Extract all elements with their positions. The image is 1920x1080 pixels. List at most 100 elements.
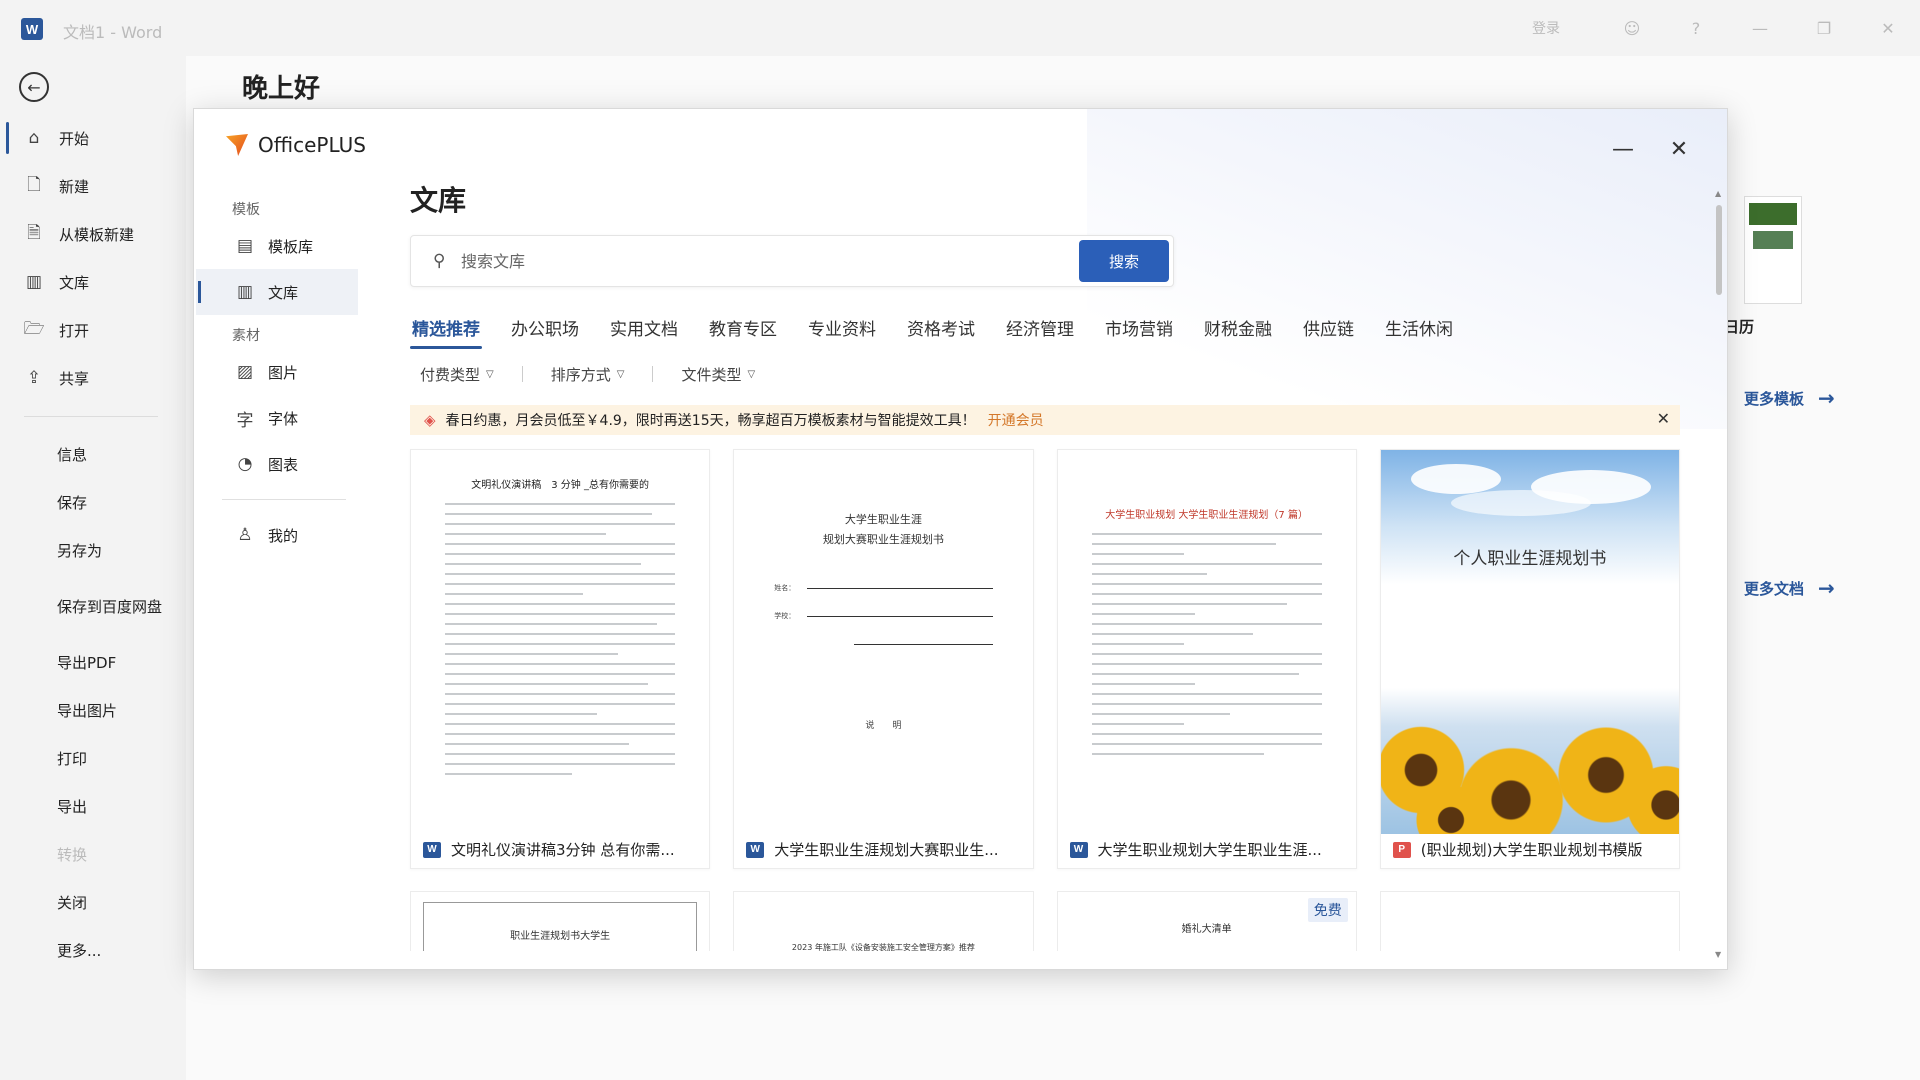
sidebar-item-images[interactable]: ▨ 图片 bbox=[196, 349, 366, 395]
sidebar-item-mine[interactable]: ♙ 我的 bbox=[196, 512, 366, 558]
sidebar-item-label: 模板库 bbox=[268, 237, 314, 256]
sidebar-item-charts[interactable]: ◔ 图表 bbox=[196, 441, 366, 487]
sidebar-item-label: 图片 bbox=[268, 363, 299, 382]
dialog-scrollbar[interactable]: ▲ ▼ bbox=[1715, 189, 1723, 959]
tab-education[interactable]: 教育专区 bbox=[707, 315, 779, 349]
nav-item-save-to-baidu[interactable]: 保存到百度网盘 bbox=[0, 575, 186, 639]
filter-pay-type[interactable]: 付费类型 ▽ bbox=[410, 364, 504, 385]
category-tabs: 精选推荐 办公职场 实用文档 教育专区 专业资料 资格考试 经济管理 市场营销 … bbox=[410, 315, 1680, 349]
document-preview: 文明礼仪演讲稿 3 分钟 _总有你需要的 bbox=[411, 450, 710, 834]
login-button[interactable]: 登录 bbox=[1532, 18, 1560, 38]
nav-item-new[interactable]: 🗋 新建 bbox=[0, 162, 186, 210]
dialog-sidebar: 模板 ▤ 模板库 ▥ 文库 素材 ▨ 图片 字 字体 ◔ 图表 ♙ 我的 bbox=[194, 189, 366, 558]
scrollbar-thumb[interactable] bbox=[1716, 205, 1722, 295]
feedback-icon[interactable]: ☺ bbox=[1600, 0, 1664, 56]
document-preview: 大学生职业生涯 规划大赛职业生涯规划书 姓名： 学校： 说 明 bbox=[734, 450, 1033, 834]
preview-cover-title: 大学生职业生涯 规划大赛职业生涯规划书 bbox=[734, 510, 1032, 550]
filter-sort[interactable]: 排序方式 ▽ bbox=[541, 364, 635, 385]
document-card[interactable]: 2023 年施工队《设备安装施工安全管理方案》推荐 bbox=[733, 891, 1034, 951]
scroll-down-arrow-icon[interactable]: ▼ bbox=[1715, 950, 1721, 959]
tab-supply-chain[interactable]: 供应链 bbox=[1301, 315, 1356, 349]
tab-marketing[interactable]: 市场营销 bbox=[1103, 315, 1175, 349]
tab-practical[interactable]: 实用文档 bbox=[608, 315, 680, 349]
calendar-template-thumbnail[interactable] bbox=[1744, 196, 1802, 304]
tab-office[interactable]: 办公职场 bbox=[509, 315, 581, 349]
nav-item-home[interactable]: ⌂ 开始 bbox=[0, 114, 186, 162]
search-button[interactable]: 搜索 bbox=[1079, 240, 1169, 282]
restore-window-button[interactable]: ❐ bbox=[1792, 0, 1856, 56]
document-card[interactable]: 大学生职业规划 大学生职业生涯规划（7 篇） W 大学生职业规划大学生职业生涯.… bbox=[1056, 449, 1357, 869]
filter-label: 付费类型 bbox=[420, 365, 481, 384]
officeplus-dialog: OfficePLUS — ✕ 模板 ▤ 模板库 ▥ 文库 素材 ▨ 图片 字 字… bbox=[193, 108, 1728, 970]
nav-item-save-as[interactable]: 另存为 bbox=[0, 527, 186, 575]
more-documents-link[interactable]: 更多文档 → bbox=[1744, 576, 1835, 600]
close-window-button[interactable]: ✕ bbox=[1856, 0, 1920, 56]
scroll-up-arrow-icon[interactable]: ▲ bbox=[1715, 189, 1721, 198]
library-panel: 文库 ⚲ 搜索 精选推荐 办公职场 实用文档 教育专区 专业资料 资格考试 经济… bbox=[410, 179, 1680, 951]
tab-finance[interactable]: 财税金融 bbox=[1202, 315, 1274, 349]
document-card-title: W 大学生职业生涯规划大赛职业生... bbox=[746, 839, 1024, 860]
sidebar-item-fonts[interactable]: 字 字体 bbox=[196, 395, 366, 441]
nav-item-library[interactable]: ▥ 文库 bbox=[0, 258, 186, 306]
nav-item-info[interactable]: 信息 bbox=[0, 431, 186, 479]
title-bar-controls: 登录 ☺ ? — ❐ ✕ bbox=[1532, 0, 1920, 56]
filter-divider bbox=[652, 366, 654, 382]
nav-item-new-from-template[interactable]: 🗎 从模板新建 bbox=[0, 210, 186, 258]
search-bar: ⚲ 搜索 bbox=[410, 235, 1174, 287]
nav-item-share[interactable]: ⇪ 共享 bbox=[0, 354, 186, 402]
document-card[interactable]: 职业生涯规划书大学生 bbox=[410, 891, 711, 951]
cover-line: 大学生职业生涯 bbox=[844, 513, 922, 526]
back-arrow-button[interactable]: ← bbox=[19, 72, 49, 102]
word-file-icon: W bbox=[746, 841, 765, 858]
officeplus-brand: OfficePLUS bbox=[226, 133, 366, 157]
folder-open-icon: 🗁 bbox=[23, 318, 45, 339]
nav-item-export-pdf[interactable]: 导出PDF bbox=[0, 639, 186, 687]
nav-item-label: 打开 bbox=[59, 321, 90, 340]
library-search-input[interactable] bbox=[461, 251, 1079, 271]
preview-cover-title: 个人职业生涯规划书 bbox=[1453, 549, 1607, 569]
nav-item-save[interactable]: 保存 bbox=[0, 479, 186, 527]
tab-lifestyle[interactable]: 生活休闲 bbox=[1383, 315, 1455, 349]
minimize-window-button[interactable]: — bbox=[1728, 0, 1792, 56]
promo-subscribe-link[interactable]: 开通会员 bbox=[988, 410, 1044, 430]
nav-item-label: 从模板新建 bbox=[59, 225, 135, 244]
chevron-down-icon: ▽ bbox=[747, 368, 756, 380]
dialog-close-button[interactable]: ✕ bbox=[1661, 131, 1697, 167]
library-title: 文库 bbox=[410, 184, 467, 217]
arrow-right-icon: → bbox=[1818, 386, 1835, 410]
close-icon: ✕ bbox=[1669, 136, 1689, 162]
document-preview bbox=[1393, 902, 1667, 951]
nav-item-print[interactable]: 打印 bbox=[0, 735, 186, 783]
tab-professional[interactable]: 专业资料 bbox=[806, 315, 878, 349]
tab-featured[interactable]: 精选推荐 bbox=[410, 315, 482, 349]
document-card[interactable] bbox=[1379, 891, 1680, 951]
document-card-title: W 文明礼仪演讲稿3分钟 总有你需... bbox=[423, 839, 701, 860]
more-templates-link[interactable]: 更多模板 → bbox=[1744, 386, 1835, 410]
diamond-icon: ◈ bbox=[424, 411, 436, 429]
filter-file-type[interactable]: 文件类型 ▽ bbox=[671, 364, 765, 385]
preview-text-lines bbox=[1091, 533, 1322, 755]
nav-item-export-image[interactable]: 导出图片 bbox=[0, 687, 186, 735]
filter-divider bbox=[521, 366, 523, 382]
document-card[interactable]: 大学生职业生涯 规划大赛职业生涯规划书 姓名： 学校： 说 明 W 大学生职业生… bbox=[733, 449, 1034, 869]
home-icon: ⌂ bbox=[28, 128, 40, 148]
nav-item-open[interactable]: 🗁 打开 bbox=[0, 306, 186, 354]
nav-item-export[interactable]: 导出 bbox=[0, 783, 186, 831]
document-card[interactable]: 婚礼大清单 免费 bbox=[1056, 891, 1357, 951]
sidebar-item-library[interactable]: ▥ 文库 bbox=[196, 269, 358, 315]
nav-item-more[interactable]: 更多... bbox=[0, 927, 186, 975]
tab-exams[interactable]: 资格考试 bbox=[905, 315, 977, 349]
search-icon: ⚲ bbox=[433, 251, 446, 271]
dialog-minimize-button[interactable]: — bbox=[1605, 131, 1641, 167]
document-card[interactable]: 个人职业生涯规划书 P (职业规划)大学生职业规划书模版 bbox=[1379, 449, 1680, 869]
tab-economics[interactable]: 经济管理 bbox=[1004, 315, 1076, 349]
help-icon[interactable]: ? bbox=[1664, 0, 1728, 56]
free-badge: 免费 bbox=[1307, 898, 1348, 922]
promo-close-button[interactable]: ✕ bbox=[1657, 409, 1670, 428]
sidebar-item-template-library[interactable]: ▤ 模板库 bbox=[196, 223, 366, 269]
title-bar: W 文档1 - Word 登录 ☺ ? — ❐ ✕ bbox=[0, 0, 1920, 56]
document-card[interactable]: 文明礼仪演讲稿 3 分钟 _总有你需要的 W 文明礼仪演讲稿3分钟 总有你需..… bbox=[410, 449, 711, 869]
filter-label: 文件类型 bbox=[681, 365, 742, 384]
document-preview: 个人职业生涯规划书 bbox=[1380, 450, 1679, 834]
nav-item-close[interactable]: 关闭 bbox=[0, 879, 186, 927]
